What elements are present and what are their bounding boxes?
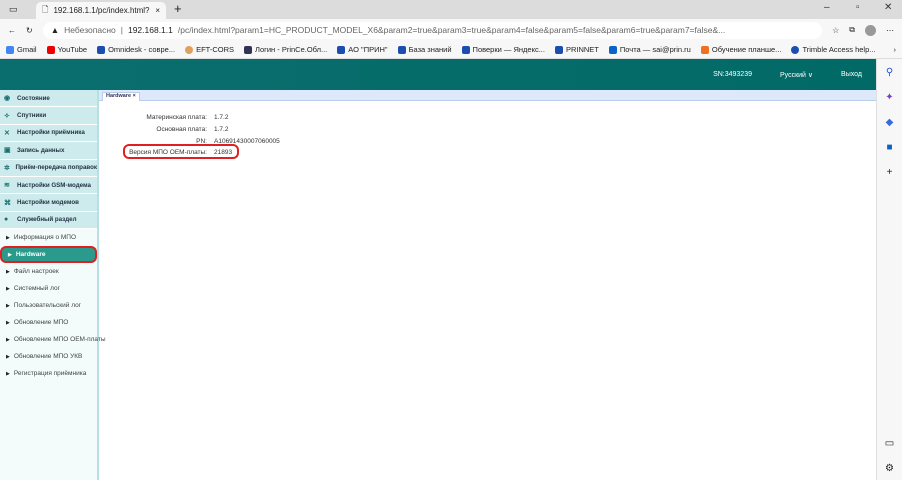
bullet-icon: ▶: [6, 268, 10, 275]
record-icon: ▣: [4, 147, 11, 155]
menu-service[interactable]: ● Служебный раздел: [0, 211, 97, 230]
bookmark[interactable]: Trimble Access help...: [791, 45, 876, 54]
browser-tab[interactable]: 🗋 192.168.1.1/pc/index.html?param ×: [36, 2, 166, 19]
serial-number: SN:3493239: [713, 71, 752, 78]
content-tabs: Hardware ×: [99, 90, 876, 101]
submenu-firmware-info[interactable]: ▶ Информация о МПО: [0, 229, 97, 246]
menu-satellites[interactable]: ✧ Спутники: [0, 107, 97, 125]
satellite-icon: ✧: [4, 112, 10, 120]
address-bar-row: ← ↻ ▲ Небезопасно | 192.168.1.1/pc/index…: [0, 19, 902, 41]
more-icon[interactable]: ⋯: [886, 26, 894, 35]
bookmarks-bar: Gmail YouTube Omnidesk - совре... EFT-CO…: [0, 41, 902, 59]
info-row: Материнская плата: 1.7.2: [146, 114, 229, 121]
restore-icon[interactable]: ▫: [856, 2, 860, 13]
menu-corrections[interactable]: ✲ Приём-передача поправок: [0, 159, 97, 177]
new-tab-icon[interactable]: +: [174, 1, 182, 16]
bookmark[interactable]: Поверки — Яндекс...: [461, 45, 545, 54]
submenu-oem-update[interactable]: ▶ Обновление МПО OEM-платы: [0, 331, 106, 348]
bookmark[interactable]: YouTube: [46, 45, 87, 54]
tab-title: 192.168.1.1/pc/index.html?param: [53, 6, 150, 15]
tools-icon: ✕: [4, 129, 10, 137]
bullet-icon: ▶: [6, 302, 10, 309]
bookmark[interactable]: АО "ПРИН": [337, 45, 388, 54]
submenu-hardware[interactable]: ▶ Hardware: [0, 246, 97, 264]
url-host: 192.168.1.1: [127, 25, 173, 35]
copilot-icon[interactable]: ✦: [885, 92, 893, 103]
back-icon[interactable]: ←: [8, 26, 16, 35]
bullet-icon: ▶: [8, 251, 12, 258]
url-path: /pc/index.html?param1=HC_PRODUCT_MODEL_X…: [177, 25, 726, 35]
bookmark[interactable]: PRINNET: [554, 45, 599, 54]
bullet-icon: ▶: [6, 370, 10, 377]
settings-icon[interactable]: ⚙: [885, 463, 894, 474]
submenu-firmware-update[interactable]: ▶ Обновление МПО: [0, 314, 97, 331]
status-icon: ◉: [4, 95, 11, 103]
page-icon: 🗋: [42, 4, 49, 14]
bullet-icon: ▶: [6, 336, 10, 343]
edge-sidebar: ⚲ ✦ ◆ ■ + ▭ ⚙: [876, 59, 902, 480]
logout-link[interactable]: Выход: [841, 71, 862, 78]
bookmark[interactable]: Логин - PrinCe.Обл...: [244, 45, 327, 54]
bullet-icon: ▶: [6, 353, 10, 360]
menu-status[interactable]: ◉ Состояние: [0, 90, 97, 108]
submenu-settings-file[interactable]: ▶ Файл настроек: [0, 263, 97, 280]
browser-tab-bar: ▭ 🗋 192.168.1.1/pc/index.html?param × + …: [0, 0, 902, 19]
highlight-annotation: [123, 144, 239, 159]
search-icon[interactable]: ⚲: [886, 67, 893, 78]
add-icon[interactable]: +: [887, 167, 893, 178]
menu-modem-settings[interactable]: ⌘ Настройки модемов: [0, 194, 97, 212]
bookmark[interactable]: Gmail: [6, 45, 37, 54]
wifi-icon: ≋: [4, 182, 10, 190]
bullet-icon: ▶: [6, 319, 10, 326]
bookmark[interactable]: Почта — sai@prin.ru: [608, 45, 691, 54]
submenu-registration[interactable]: ▶ Регистрация приёмника: [0, 365, 97, 382]
gear-icon: ✲: [4, 164, 10, 172]
bookmark[interactable]: EFT-CORS: [185, 45, 234, 54]
bullet-icon: ▶: [6, 285, 10, 292]
extension-icon[interactable]: ◆: [886, 117, 894, 128]
submenu-user-log[interactable]: ▶ Пользовательский лог: [0, 297, 97, 314]
url-input[interactable]: ▲ Небезопасно | 192.168.1.1/pc/index.htm…: [42, 21, 823, 39]
bookmark[interactable]: База знаний: [397, 45, 452, 54]
app-header: SN:3493239 Русский ∨ Выход: [0, 59, 876, 90]
submenu-system-log[interactable]: ▶ Системный лог: [0, 280, 97, 297]
bookmark[interactable]: Omnidesk - совре...: [97, 45, 175, 54]
bookmark[interactable]: Обучение планше...: [700, 45, 781, 54]
sidebar-toggle-icon[interactable]: ▭: [885, 438, 894, 449]
refresh-icon[interactable]: ↻: [26, 26, 33, 35]
menu-receiver-settings[interactable]: ✕ Настройки приёмника: [0, 124, 97, 143]
minimize-icon[interactable]: –: [824, 2, 830, 13]
bookmarks-more-icon[interactable]: ›: [894, 45, 897, 54]
bullet-icon: ▶: [6, 234, 10, 241]
language-select[interactable]: Русский ∨: [780, 71, 813, 79]
tab-actions-icon[interactable]: ▭: [9, 4, 18, 15]
modem-icon: ⌘: [4, 199, 11, 207]
submenu-uhf-update[interactable]: ▶ Обновление МПО УКВ: [0, 348, 97, 365]
profile-icon[interactable]: [865, 24, 876, 36]
close-window-icon[interactable]: ✕: [884, 2, 892, 13]
info-row: Основная плата: 1.7.2: [156, 126, 229, 133]
close-tab-icon[interactable]: ×: [155, 6, 160, 15]
menu-data-recording[interactable]: ▣ Запись данных: [0, 142, 97, 160]
security-label: Небезопасно: [64, 25, 116, 35]
service-icon: ●: [4, 216, 9, 224]
warning-icon: ▲: [50, 25, 60, 35]
outlook-icon[interactable]: ■: [886, 142, 892, 153]
tab-hardware[interactable]: Hardware ×: [102, 92, 140, 101]
sidebar: ◉ Состояние ✧ Спутники ✕ Настройки приёмник…: [0, 90, 106, 480]
collections-icon[interactable]: ⧉: [849, 25, 855, 35]
receiver-web-app: SN:3493239 Русский ∨ Выход ◉ Состояние ✧ С…: [0, 59, 876, 480]
menu-gsm-settings[interactable]: ≋ Настройки GSM-модема: [0, 176, 97, 195]
favorites-icon[interactable]: ☆: [832, 26, 839, 35]
